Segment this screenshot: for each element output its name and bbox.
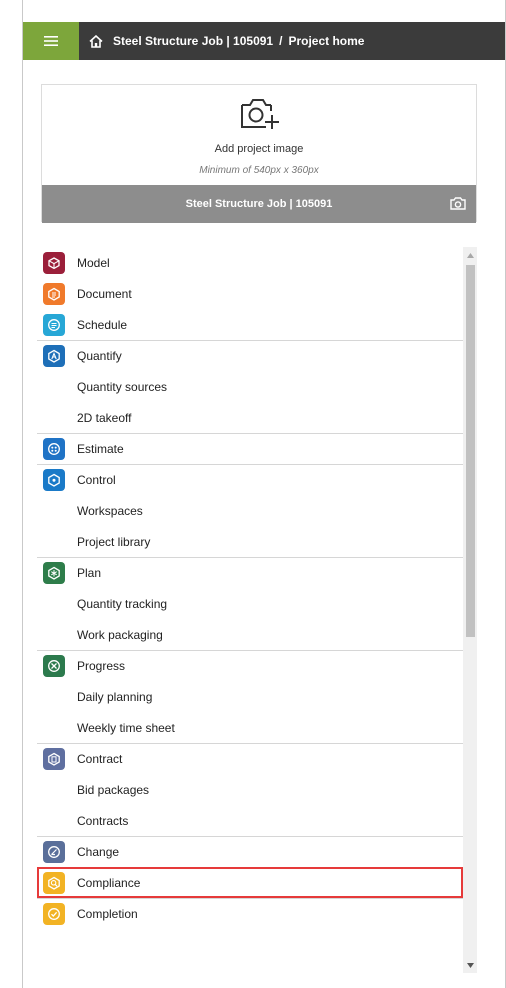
nav-item-work-packaging[interactable]: Work packaging bbox=[37, 619, 463, 650]
nav-item-weekly-time-sheet[interactable]: Weekly time sheet bbox=[37, 712, 463, 743]
schedule-icon bbox=[43, 313, 65, 336]
control-icon bbox=[43, 469, 65, 491]
nav-item-label: Plan bbox=[77, 566, 102, 580]
nav-item-label: Quantity sources bbox=[77, 379, 168, 394]
camera-icon[interactable] bbox=[450, 196, 466, 211]
model-icon bbox=[43, 251, 65, 274]
nav-item-project-library[interactable]: Project library bbox=[37, 526, 463, 557]
compliance-icon bbox=[43, 872, 65, 894]
nav-item-label: 2D takeoff bbox=[77, 410, 132, 425]
nav-item-workspaces[interactable]: Workspaces bbox=[37, 495, 463, 526]
add-project-image-link[interactable]: Add project image bbox=[42, 143, 476, 155]
nav-item-label: Contracts bbox=[77, 813, 129, 828]
progress-icon bbox=[43, 655, 65, 677]
nav-item-label: Progress bbox=[77, 659, 126, 673]
nav-item-label: Estimate bbox=[77, 442, 124, 456]
nav-item-model[interactable]: Model bbox=[37, 247, 463, 278]
nav-item-label: Control bbox=[77, 473, 116, 487]
top-bar: Steel Structure Job | 105091 / Project hom… bbox=[23, 22, 505, 60]
nav-item-quantity-tracking[interactable]: Quantity tracking bbox=[37, 588, 463, 619]
scrollbar-thumb[interactable] bbox=[466, 265, 475, 637]
nav-item-label: Quantity tracking bbox=[77, 596, 168, 611]
nav-item-document[interactable]: Document bbox=[37, 278, 463, 309]
breadcrumb-project[interactable]: Steel Structure Job | 105091 bbox=[113, 34, 273, 48]
nav-item-label: Daily planning bbox=[77, 689, 153, 704]
nav-item-bid-packages[interactable]: Bid packages bbox=[37, 774, 463, 805]
nav-item-compliance[interactable]: Compliance bbox=[37, 867, 463, 898]
quantify-icon bbox=[43, 345, 65, 367]
completion-icon bbox=[43, 903, 65, 925]
hamburger-icon bbox=[44, 36, 58, 46]
breadcrumb-separator: / bbox=[279, 34, 283, 48]
contract-icon bbox=[43, 748, 65, 770]
nav-item-label: Quantify bbox=[77, 349, 122, 363]
document-icon bbox=[43, 282, 65, 305]
nav-item-daily-planning[interactable]: Daily planning bbox=[37, 681, 463, 712]
nav-item-label: Model bbox=[77, 255, 110, 270]
nav-item-schedule[interactable]: Schedule bbox=[37, 309, 463, 340]
nav-item-label: Change bbox=[77, 845, 120, 859]
estimate-icon bbox=[43, 438, 65, 460]
scroll-down-arrow-icon[interactable] bbox=[463, 959, 477, 971]
nav-item-label: Work packaging bbox=[77, 627, 163, 642]
menu-button[interactable] bbox=[23, 22, 79, 60]
nav-item-completion[interactable]: Completion bbox=[37, 898, 463, 929]
nav-item-label: Weekly time sheet bbox=[77, 720, 175, 735]
nav-item-control[interactable]: Control bbox=[37, 464, 463, 495]
nav-item-2d-takeoff[interactable]: 2D takeoff bbox=[37, 402, 463, 433]
nav-item-label: Compliance bbox=[77, 876, 141, 890]
nav-item-plan[interactable]: Plan bbox=[37, 557, 463, 588]
nav-item-quantity-sources[interactable]: Quantity sources bbox=[37, 371, 463, 402]
nav-item-label: Contract bbox=[77, 752, 123, 766]
breadcrumb-current-page: Project home bbox=[288, 34, 365, 48]
plan-icon bbox=[43, 562, 65, 584]
nav-item-label: Completion bbox=[77, 907, 138, 921]
project-name: Steel Structure Job | 105091 bbox=[185, 198, 333, 210]
scroll-up-arrow-icon[interactable] bbox=[463, 249, 477, 261]
scrollbar[interactable] bbox=[463, 247, 477, 973]
image-size-hint: Minimum of 540px x 360px bbox=[199, 165, 319, 176]
nav-item-estimate[interactable]: Estimate bbox=[37, 433, 463, 464]
app-frame: Steel Structure Job | 105091 / Project hom… bbox=[22, 0, 506, 988]
camera-plus-icon[interactable] bbox=[238, 93, 280, 133]
project-name-bar: Steel Structure Job | 105091 bbox=[42, 185, 476, 223]
change-icon bbox=[43, 841, 65, 863]
nav-item-label: Workspaces bbox=[77, 503, 143, 518]
nav-item-progress[interactable]: Progress bbox=[37, 650, 463, 681]
project-image-card: Add project image Minimum of 540px x 360… bbox=[41, 84, 477, 223]
nav-item-change[interactable]: Change bbox=[37, 836, 463, 867]
nav-item-contract[interactable]: Contract bbox=[37, 743, 463, 774]
nav-item-quantify[interactable]: Quantify bbox=[37, 340, 463, 371]
navigation-list: Model Document Schedule Quantify Quantity so… bbox=[37, 247, 463, 973]
home-icon bbox=[89, 34, 103, 48]
nav-item-label: Schedule bbox=[77, 317, 128, 332]
nav-item-label: Document bbox=[77, 286, 132, 301]
nav-item-label: Project library bbox=[77, 534, 151, 549]
home-button[interactable] bbox=[79, 22, 113, 60]
breadcrumb: Steel Structure Job | 105091 / Project hom… bbox=[113, 34, 364, 48]
nav-item-label: Bid packages bbox=[77, 782, 150, 797]
nav-item-contracts[interactable]: Contracts bbox=[37, 805, 463, 836]
